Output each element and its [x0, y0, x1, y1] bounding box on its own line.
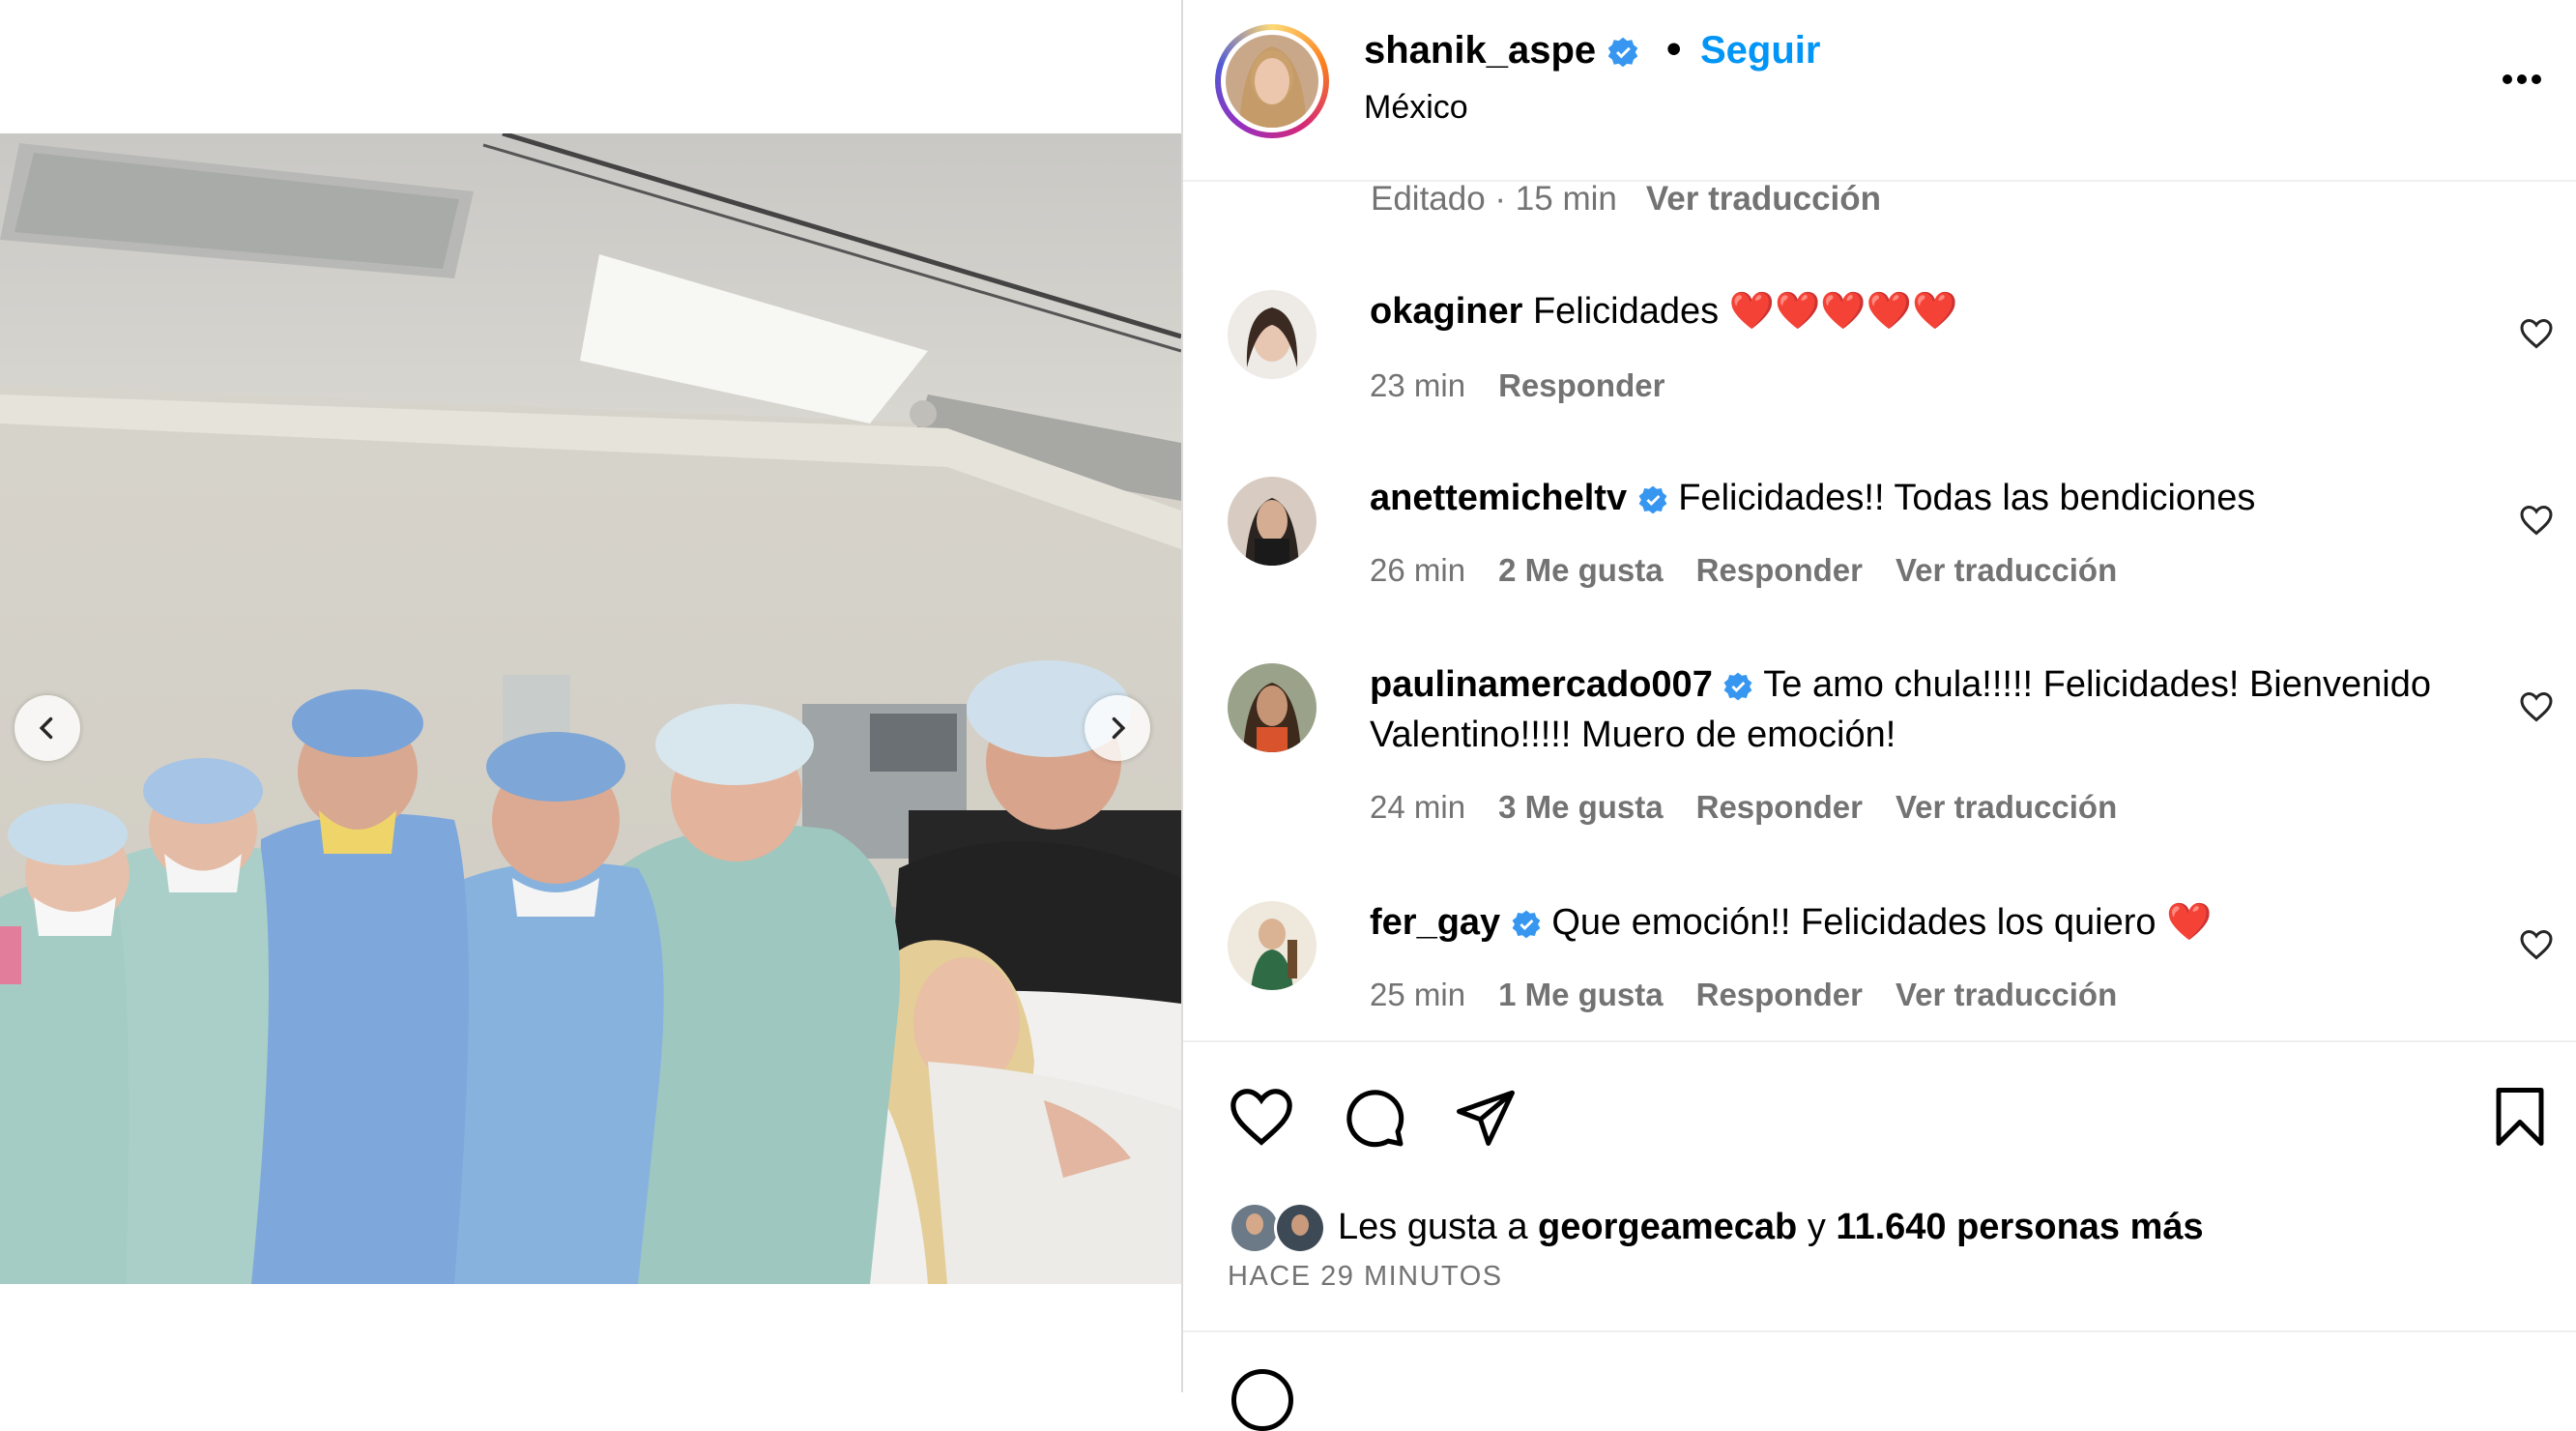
post-actions: Les gusta a georgeamecab y 11.640 person… [1183, 1040, 2576, 1332]
caption-translate-link[interactable]: Ver traducción [1646, 180, 1881, 218]
verified-icon [1512, 910, 1541, 939]
comment-text: Que emoción!! Felicidades los quiero ❤️ [1551, 902, 2213, 943]
save-icon[interactable] [2490, 1085, 2550, 1149]
comment-time: 24 min [1370, 789, 1466, 825]
post-timestamp[interactable]: HACE 29 MINUTOS [1228, 1261, 1503, 1293]
comment-like-icon[interactable] [2519, 317, 2554, 350]
follow-button[interactable]: Seguir [1700, 29, 1820, 73]
liker-username[interactable]: georgeamecab [1538, 1207, 1797, 1247]
caption-meta: Editado · 15 min Ver traducción [1371, 180, 1881, 219]
post-location[interactable]: México [1364, 89, 1468, 127]
verified-icon [1607, 38, 1638, 68]
comment-username[interactable]: fer_gay [1370, 902, 1500, 943]
comment-icon[interactable] [1342, 1085, 1407, 1151]
comment-reply-link[interactable]: Responder [1696, 552, 1863, 588]
verified-icon [1638, 485, 1667, 514]
comment-time: 26 min [1370, 552, 1466, 588]
like-icon[interactable] [1228, 1085, 1295, 1149]
comment-avatar[interactable] [1228, 901, 1317, 990]
author-avatar[interactable] [1215, 24, 1329, 138]
comment-box-divider [1183, 1330, 2576, 1332]
comment-translate-link[interactable]: Ver traducción [1896, 977, 2117, 1012]
comment-avatar[interactable] [1228, 663, 1317, 752]
post-photo[interactable] [0, 133, 1181, 1284]
post-header: shanik_aspe • Seguir México [1183, 0, 2576, 182]
comment-time: 25 min [1370, 977, 1466, 1012]
likes-connector: y [1807, 1207, 1826, 1247]
likes-others-link[interactable]: 11.640 personas más [1836, 1207, 2203, 1247]
comment-time: 23 min [1370, 367, 1466, 403]
comment-avatar[interactable] [1228, 290, 1317, 379]
carousel-next-button[interactable] [1085, 695, 1150, 761]
comment-translate-link[interactable]: Ver traducción [1896, 789, 2117, 825]
emoji-icon[interactable] [1231, 1369, 1293, 1431]
comment-translate-link[interactable]: Ver traducción [1896, 552, 2117, 588]
comment-text: Felicidades ❤️❤️❤️❤️❤️ [1532, 291, 1958, 332]
liker-avatars [1228, 1199, 1334, 1257]
comment-username[interactable]: okaginer [1370, 291, 1522, 332]
comment-reply-link[interactable]: Responder [1498, 367, 1664, 403]
post-media-area [0, 0, 1181, 1392]
comment-like-icon[interactable] [2519, 928, 2554, 961]
comment-likes-count[interactable]: 3 Me gusta [1498, 789, 1664, 825]
comment-likes-count[interactable]: 2 Me gusta [1498, 552, 1664, 588]
comment-username[interactable]: paulinamercado007 [1370, 664, 1713, 705]
carousel-prev-button[interactable] [14, 695, 80, 761]
comment-likes-count[interactable]: 1 Me gusta [1498, 977, 1664, 1012]
chevron-left-icon [39, 716, 53, 740]
comment-avatar[interactable] [1228, 477, 1317, 566]
comment-reply-link[interactable]: Responder [1696, 789, 1863, 825]
verified-icon [1723, 672, 1752, 701]
edited-label: Editado · 15 min [1371, 180, 1617, 218]
likes-prefix: Les gusta a [1338, 1207, 1528, 1247]
comment-username[interactable]: anettemicheltv [1370, 478, 1627, 518]
post-side-panel: shanik_aspe • Seguir México Editado · 15… [1183, 0, 2576, 1431]
more-options-button[interactable] [2488, 60, 2556, 99]
comment-like-icon[interactable] [2519, 690, 2554, 723]
comment-reply-link[interactable]: Responder [1696, 977, 1863, 1012]
more-icon [2503, 74, 2541, 84]
author-username[interactable]: shanik_aspe [1364, 29, 1596, 72]
separator-dot: • [1666, 25, 1682, 73]
comment-text: Felicidades!! Todas las bendiciones [1678, 478, 2256, 518]
comment-like-icon[interactable] [2519, 504, 2554, 537]
share-icon[interactable] [1454, 1085, 1518, 1149]
chevron-right-icon [1112, 716, 1126, 740]
